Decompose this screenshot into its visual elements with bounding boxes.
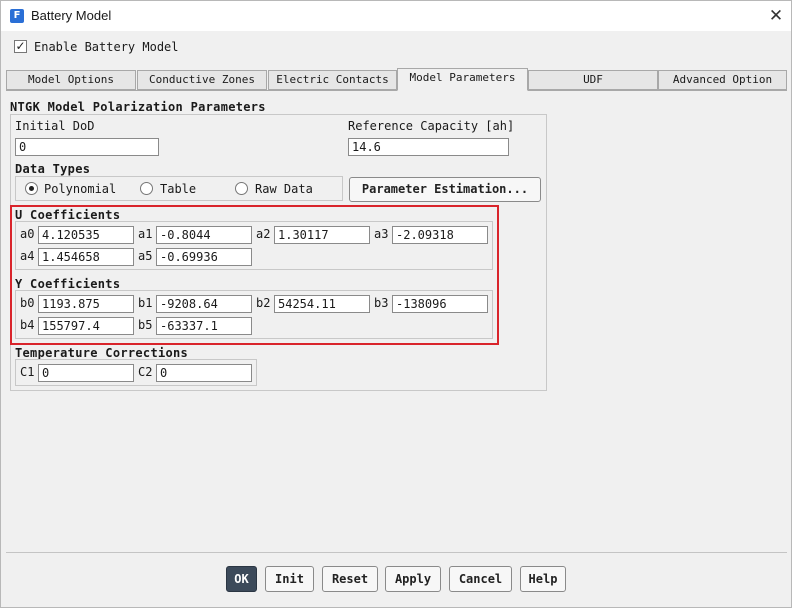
radio-polynomial[interactable] bbox=[25, 182, 38, 195]
help-button[interactable]: Help bbox=[520, 566, 566, 592]
tab-advanced-option[interactable]: Advanced Option bbox=[658, 70, 787, 90]
radio-table[interactable] bbox=[140, 182, 153, 195]
close-icon[interactable]: ✕ bbox=[767, 7, 785, 25]
ntgk-section-title: NTGK Model Polarization Parameters bbox=[10, 100, 266, 114]
enable-battery-model-label: Enable Battery Model bbox=[34, 40, 179, 54]
parameter-estimation-button[interactable]: Parameter Estimation... bbox=[349, 177, 541, 202]
radio-raw-data-label: Raw Data bbox=[255, 182, 313, 196]
temperature-corrections-title: Temperature Corrections bbox=[15, 346, 189, 360]
radio-table-label: Table bbox=[160, 182, 197, 196]
reset-button[interactable]: Reset bbox=[322, 566, 378, 592]
enable-battery-model-checkbox[interactable]: ✓ bbox=[14, 40, 27, 53]
tab-udf[interactable]: UDF bbox=[528, 70, 658, 90]
tab-electric-contacts[interactable]: Electric Contacts bbox=[268, 70, 397, 90]
coef-label-c1: C1 bbox=[20, 365, 35, 379]
reference-capacity-input[interactable]: 14.6 bbox=[348, 138, 509, 156]
battery-model-dialog: F Battery Model ✕ ✓ Enable Battery Model… bbox=[0, 0, 792, 608]
footer-separator bbox=[6, 552, 787, 553]
init-button[interactable]: Init bbox=[265, 566, 314, 592]
coef-input-c1[interactable]: 0 bbox=[38, 364, 134, 382]
cancel-button[interactable]: Cancel bbox=[449, 566, 512, 592]
app-logo-icon: F bbox=[10, 9, 24, 23]
reference-capacity-label: Reference Capacity [ah] bbox=[348, 119, 515, 133]
title-bar: F Battery Model ✕ bbox=[1, 1, 791, 31]
coef-input-c2[interactable]: 0 bbox=[156, 364, 252, 382]
tab-conductive-zones[interactable]: Conductive Zones bbox=[137, 70, 267, 90]
checkmark-icon: ✓ bbox=[15, 39, 26, 53]
coefficients-highlight-box bbox=[10, 205, 499, 345]
tab-model-options[interactable]: Model Options bbox=[6, 70, 136, 90]
radio-polynomial-label: Polynomial bbox=[44, 182, 117, 196]
radio-raw-data[interactable] bbox=[235, 182, 248, 195]
initial-dod-label: Initial DoD bbox=[15, 119, 95, 133]
coef-label-c2: C2 bbox=[138, 365, 153, 379]
apply-button[interactable]: Apply bbox=[385, 566, 441, 592]
initial-dod-input[interactable]: 0 bbox=[15, 138, 159, 156]
tab-model-parameters[interactable]: Model Parameters bbox=[397, 68, 528, 91]
data-types-title: Data Types bbox=[15, 162, 91, 176]
window-title: Battery Model bbox=[31, 8, 112, 23]
ok-button[interactable]: OK bbox=[226, 566, 257, 592]
